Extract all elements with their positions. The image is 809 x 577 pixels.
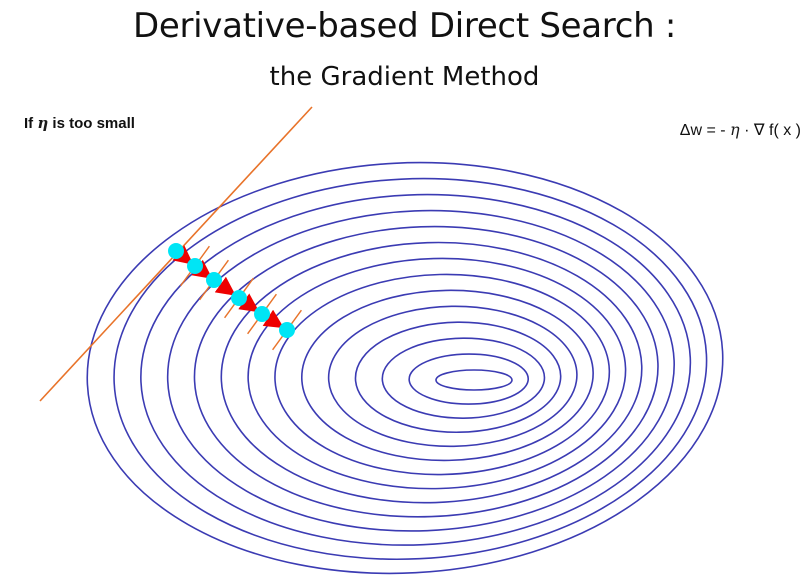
contour-ellipse xyxy=(408,353,530,405)
iterate-point xyxy=(168,243,184,259)
iterate-point xyxy=(279,322,295,338)
contour-ellipse xyxy=(327,305,578,448)
contour-lines xyxy=(86,161,724,575)
contour-ellipse xyxy=(113,177,708,561)
iterate-point xyxy=(254,306,270,322)
contour-ellipse xyxy=(300,289,594,462)
contour-ellipse xyxy=(193,225,659,518)
contour-ellipse xyxy=(435,369,513,391)
iterate-point xyxy=(231,290,247,306)
contour-ellipse xyxy=(381,337,546,419)
gradient-descent-diagram xyxy=(39,106,724,575)
contour-ellipse xyxy=(166,209,675,532)
iterate-point xyxy=(187,258,203,274)
iterate-point xyxy=(206,272,222,288)
contour-ellipse xyxy=(220,241,643,504)
